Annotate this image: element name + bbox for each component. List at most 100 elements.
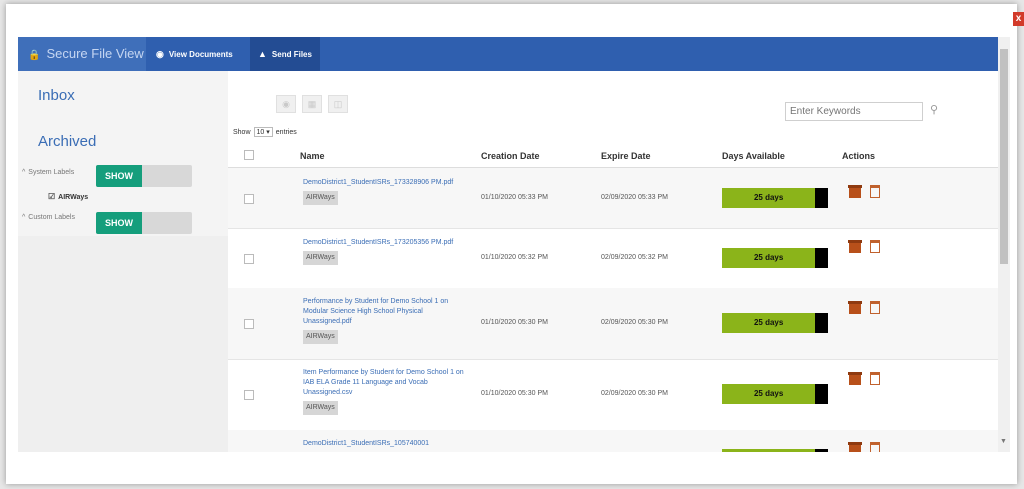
custom-labels-toggle[interactable]: SHOW [96, 212, 192, 234]
trash-icon[interactable] [870, 372, 880, 385]
file-name-cell: DemoDistrict1_StudentISRs_105740001 [303, 439, 468, 449]
view-icon[interactable]: ◉ [276, 95, 296, 113]
send-files-button[interactable]: ▲ Send Files [250, 37, 320, 71]
caret-up-icon: ^ [22, 169, 26, 176]
bulk-action-toolbar: ◉ ▦ ◫ [276, 95, 348, 113]
days-fill: 25 days [722, 188, 816, 208]
sidebar-item-inbox[interactable]: Inbox [38, 87, 75, 104]
search-input[interactable] [785, 102, 923, 121]
days-fill: 25 days [722, 384, 816, 404]
col-days-available[interactable]: Days Available [722, 151, 785, 161]
main-panel: ◉ ▦ ◫ ⚲ Show 10 ▾ entries Name Creation … [228, 71, 998, 452]
sidebar-menu: Inbox Archived ^ System Labels SHOW ☑ AIRW… [18, 71, 228, 236]
file-tag: AIRWays [303, 251, 338, 265]
search-icon[interactable]: ⚲ [930, 103, 938, 116]
trash-icon[interactable] [870, 240, 880, 253]
entries-label: entries [275, 128, 297, 136]
row-checkbox[interactable] [244, 319, 254, 329]
system-labels-text: System Labels [28, 169, 75, 176]
entries-value: 10 [256, 129, 265, 136]
airways-label-filter[interactable]: ☑ AIRWays [48, 192, 88, 201]
file-link[interactable]: DemoDistrict1_StudentISRs_173205356 PM.p… [303, 238, 468, 248]
creation-date: 01/10/2020 05:32 PM [481, 254, 548, 261]
col-creation-date[interactable]: Creation Date [481, 151, 540, 161]
sidebar: Inbox Archived ^ System Labels SHOW ☑ AIRW… [18, 71, 228, 452]
trash-icon[interactable] [870, 442, 880, 452]
system-labels-header[interactable]: ^ System Labels [22, 169, 74, 176]
row-checkbox[interactable] [244, 254, 254, 264]
entries-length-control: Show 10 ▾ entries [233, 127, 297, 137]
days-available-bar: 25 days [722, 313, 828, 333]
archive-icon[interactable] [848, 442, 862, 452]
entries-select[interactable]: 10 ▾ [253, 127, 273, 137]
file-name-cell: Item Performance by Student for Demo Sch… [303, 368, 468, 415]
trash-icon[interactable]: ◫ [328, 95, 348, 113]
creation-date: 01/10/2020 05:33 PM [481, 194, 548, 201]
custom-labels-header[interactable]: ^ Custom Labels [22, 214, 75, 221]
file-link[interactable]: Performance by Student for Demo School 1… [303, 297, 468, 327]
table-row: DemoDistrict1_StudentISRs_173205356 PM.p… [228, 228, 998, 289]
scroll-down-arrow-icon[interactable]: ▼ [1000, 438, 1007, 445]
top-navbar: 🔒 Secure File View ◉ View Documents ▲ Send … [18, 37, 998, 71]
file-tag: AIRWays [303, 401, 338, 415]
checkbox-checked-icon: ☑ [48, 192, 56, 201]
table-row: DemoDistrict1_StudentISRs_105740001 [228, 430, 998, 452]
row-actions [848, 442, 880, 452]
file-tag: AIRWays [303, 330, 338, 344]
expire-date: 02/09/2020 05:30 PM [601, 390, 668, 397]
expire-date: 02/09/2020 05:32 PM [601, 254, 668, 261]
upload-icon: ▲ [258, 49, 267, 59]
nav-label: Send Files [271, 50, 312, 59]
col-name[interactable]: Name [300, 151, 325, 161]
days-available-bar: 25 days [722, 248, 828, 268]
show-label: Show [233, 128, 251, 136]
days-fill: 25 days [722, 248, 816, 268]
file-link[interactable]: DemoDistrict1_StudentISRs_173328906 PM.p… [303, 178, 468, 188]
scrollbar-thumb[interactable] [1000, 49, 1008, 264]
row-checkbox[interactable] [244, 390, 254, 400]
sidebar-item-archived[interactable]: Archived [38, 133, 96, 150]
archive-icon[interactable] [848, 301, 862, 314]
row-actions [848, 301, 880, 314]
row-checkbox[interactable] [244, 194, 254, 204]
brand-title: Secure File View [46, 46, 144, 61]
app-brand[interactable]: 🔒 Secure File View [18, 37, 146, 71]
file-link[interactable]: Item Performance by Student for Demo Sch… [303, 368, 468, 398]
nav-label: View Documents [168, 50, 233, 59]
days-fill [722, 449, 816, 452]
select-all-checkbox[interactable] [244, 150, 254, 160]
table-row: Item Performance by Student for Demo Sch… [228, 359, 998, 431]
lock-icon: 🔒 [28, 50, 41, 61]
trash-icon[interactable] [870, 301, 880, 314]
file-tag: AIRWays [303, 191, 338, 205]
archive-icon[interactable] [848, 372, 862, 385]
col-actions: Actions [842, 151, 876, 161]
archive-icon[interactable]: ▦ [302, 95, 322, 113]
col-expire-date[interactable]: Expire Date [601, 151, 651, 161]
row-actions [848, 185, 880, 198]
eye-icon: ◉ [156, 49, 164, 59]
toggle-show-label: SHOW [96, 165, 142, 187]
archive-icon[interactable] [848, 185, 862, 198]
table-row: Performance by Student for Demo School 1… [228, 288, 998, 360]
expire-date: 02/09/2020 05:30 PM [601, 319, 668, 326]
creation-date: 01/10/2020 05:30 PM [481, 390, 548, 397]
view-documents-button[interactable]: ◉ View Documents [148, 37, 241, 71]
toggle-show-label: SHOW [96, 212, 142, 234]
file-name-cell: DemoDistrict1_StudentISRs_173205356 PM.p… [303, 238, 468, 265]
archive-icon[interactable] [848, 240, 862, 253]
days-available-bar: 25 days [722, 188, 828, 208]
table-row: DemoDistrict1_StudentISRs_173328906 PM.p… [228, 168, 998, 229]
expire-date: 02/09/2020 05:33 PM [601, 194, 668, 201]
file-name-cell: Performance by Student for Demo School 1… [303, 297, 468, 344]
table-header: Name Creation Date Expire Date Days Avai… [228, 143, 998, 168]
row-actions [848, 240, 880, 253]
row-actions [848, 372, 880, 385]
file-link[interactable]: DemoDistrict1_StudentISRs_105740001 [303, 439, 468, 449]
vertical-scrollbar[interactable]: ▼ [998, 37, 1010, 452]
days-available-bar: 25 days [722, 384, 828, 404]
trash-icon[interactable] [870, 185, 880, 198]
close-icon[interactable]: x [1013, 12, 1024, 26]
system-labels-toggle[interactable]: SHOW [96, 165, 192, 187]
creation-date: 01/10/2020 05:30 PM [481, 319, 548, 326]
